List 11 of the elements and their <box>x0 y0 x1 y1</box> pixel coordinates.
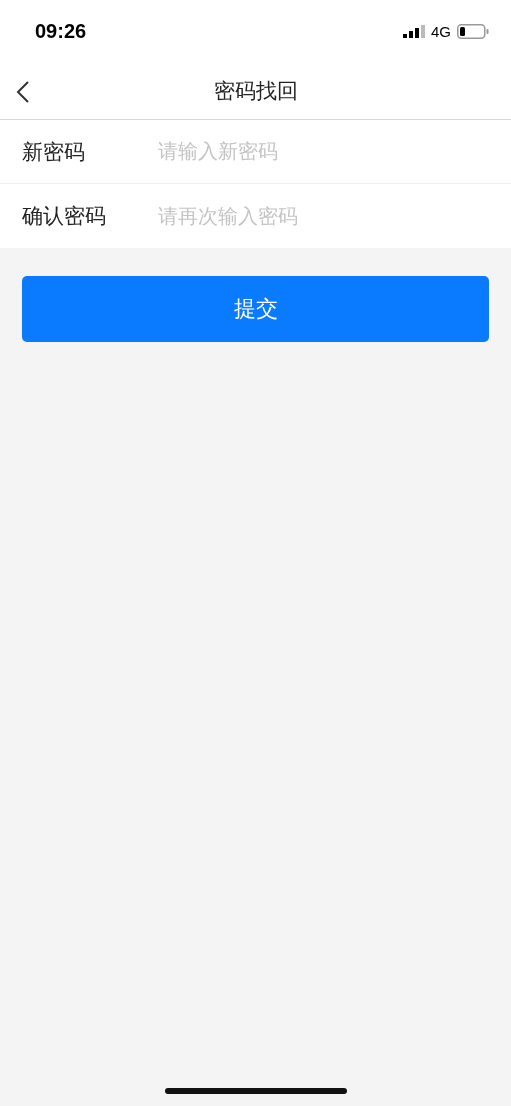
status-time: 09:26 <box>35 19 87 43</box>
battery-icon <box>457 23 489 39</box>
back-icon[interactable] <box>16 81 30 103</box>
password-field[interactable]: 请再次输入密码 <box>158 204 489 228</box>
password-field[interactable]: 请输入新密码 <box>158 140 489 163</box>
submit-button[interactable]: 提交 <box>22 276 489 342</box>
network-type: 4G <box>431 22 451 40</box>
signal-icon <box>403 24 425 38</box>
field-label: 新密码 <box>22 138 86 165</box>
page-title: 密码找回 <box>213 77 298 104</box>
field-label: 确认密码 <box>22 203 107 229</box>
